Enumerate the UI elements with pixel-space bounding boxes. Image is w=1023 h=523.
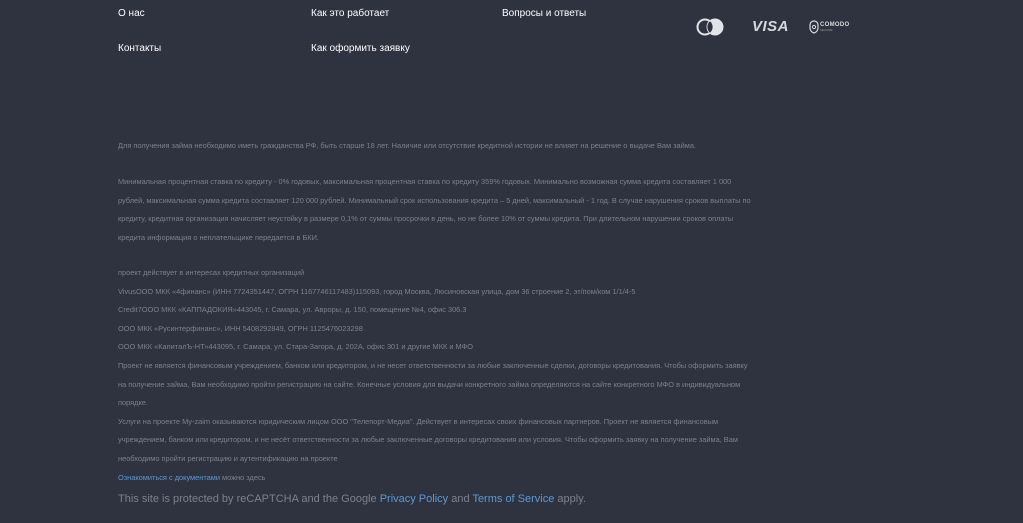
orgs-line: ООО МКК «КапиталЪ-НТ»443095, г. Самара, … bbox=[118, 342, 473, 352]
documents-line: Ознакомиться с документами можно здесь bbox=[118, 469, 878, 488]
nav-link-about[interactable]: О нас bbox=[118, 8, 145, 19]
orgs-line: Проект не является финансовым учреждение… bbox=[118, 360, 748, 370]
nav-link-contacts[interactable]: Контакты bbox=[118, 43, 161, 54]
orgs-line: Credit7ООО МКК «КАППАДОКИЯ»443045, г. Са… bbox=[118, 305, 467, 315]
citizenship-text: Для получения займа необходимо иметь гра… bbox=[118, 141, 697, 150]
orgs-line: проект действует в интересах кредитных о… bbox=[118, 268, 305, 277]
rates-line: рублей, максимальная сумма кредита соста… bbox=[118, 195, 751, 205]
nav-link-how-to-apply[interactable]: Как оформить заявку bbox=[311, 43, 410, 54]
orgs-line: учреждением, банком или кредитором, и не… bbox=[118, 435, 738, 445]
recaptcha-prefix: This site is protected by reCAPTCHA and … bbox=[118, 493, 380, 505]
comodo-subtitle: SECURE bbox=[820, 28, 833, 32]
comodo-logo: COMODO SECURE bbox=[809, 19, 851, 35]
terms-of-service-link[interactable]: Terms of Service bbox=[472, 493, 554, 505]
documents-suffix: можно здесь bbox=[219, 472, 266, 482]
nav-link-how-it-works[interactable]: Как это работает bbox=[311, 8, 389, 19]
recaptcha-notice: This site is protected by reCAPTCHA and … bbox=[118, 493, 586, 505]
mastercard-icon bbox=[696, 18, 724, 36]
comodo-shield-icon bbox=[809, 20, 819, 34]
rates-line: Минимальная процентная ставка по кредиту… bbox=[118, 177, 732, 186]
visa-logo: VISA bbox=[752, 18, 790, 35]
payment-logos: VISA COMODO SECURE bbox=[694, 17, 854, 37]
citizenship-notice: Для получения займа необходимо иметь гра… bbox=[118, 137, 878, 156]
recaptcha-suffix: apply. bbox=[554, 493, 586, 505]
orgs-line: порядке. bbox=[118, 398, 148, 408]
nav-link-faq[interactable]: Вопросы и ответы bbox=[502, 8, 586, 19]
orgs-line: на получение займа, Вам необходимо пройт… bbox=[118, 379, 741, 389]
documents-link[interactable]: Ознакомиться с документами bbox=[118, 473, 220, 482]
rates-notice: Минимальная процентная ставка по кредиту… bbox=[118, 173, 878, 247]
organizations-notice: проект действует в интересах кредитных о… bbox=[118, 264, 878, 487]
privacy-policy-link[interactable]: Privacy Policy bbox=[380, 493, 448, 505]
rates-line: кредиту, кредитная организация начисляет… bbox=[118, 214, 734, 224]
orgs-line: ООО МКК «Русинтерфинанс», ИНН 5408292849… bbox=[118, 323, 363, 333]
orgs-line: необходимо пройти регистрацию и аутентиф… bbox=[118, 453, 338, 463]
recaptcha-and: and bbox=[448, 493, 473, 505]
orgs-line: VivusООО МКК «4финанс» (ИНН 7724351447, … bbox=[118, 286, 636, 296]
orgs-line: Услуги на проекте My-zaim оказываются юр… bbox=[118, 416, 719, 426]
rates-line: кредита информация о неплательщике перед… bbox=[118, 232, 319, 242]
footer: О нас Как это работает Вопросы и ответы … bbox=[0, 0, 1023, 523]
